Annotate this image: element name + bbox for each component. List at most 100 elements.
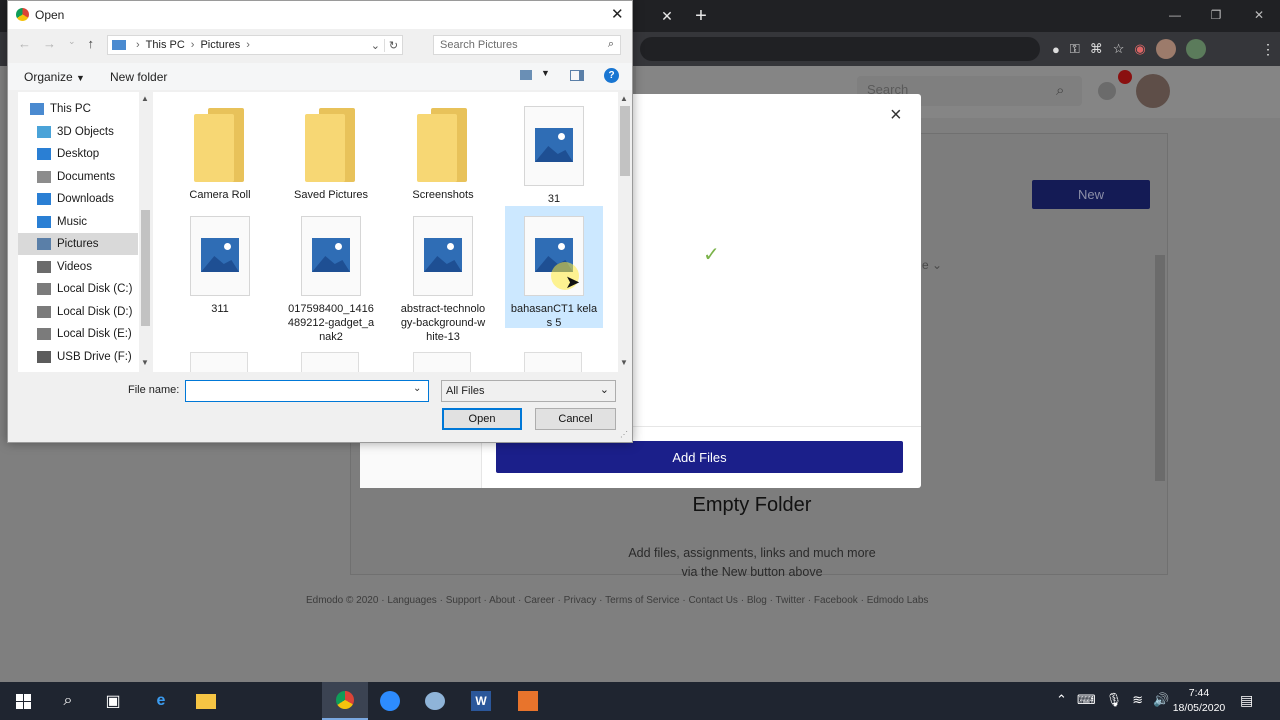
- chrome-taskbar-icon[interactable]: [322, 682, 368, 720]
- footer-link[interactable]: Facebook: [814, 595, 858, 606]
- dialog-close-button[interactable]: ✕: [611, 5, 624, 23]
- star-icon[interactable]: ☆: [1113, 41, 1125, 57]
- user-avatar[interactable]: [1136, 74, 1170, 108]
- breadcrumb-pictures[interactable]: Pictures: [200, 39, 240, 51]
- help-icon[interactable]: ?: [604, 68, 619, 83]
- minimize-window-button[interactable]: —: [1152, 0, 1198, 30]
- cancel-button[interactable]: Cancel: [535, 408, 616, 430]
- scrollbar-thumb[interactable]: [1155, 255, 1165, 481]
- view-dropdown-icon[interactable]: ▼: [541, 68, 550, 78]
- notification-bell-icon[interactable]: [1098, 82, 1116, 100]
- ime-icon[interactable]: ⌨: [1077, 692, 1096, 708]
- new-button[interactable]: New: [1032, 180, 1150, 209]
- scroll-down-icon[interactable]: ▼: [141, 358, 149, 367]
- footer-link[interactable]: Career: [524, 595, 555, 606]
- key-icon[interactable]: ⚿: [1070, 41, 1080, 57]
- back-arrow-icon[interactable]: ←: [18, 36, 31, 54]
- image-file-item[interactable]: 311: [171, 206, 269, 316]
- sort-dropdown-fragment[interactable]: e ⌄: [922, 258, 942, 272]
- record-icon[interactable]: ◉: [1134, 41, 1145, 57]
- nav-item-usb-drive-f[interactable]: USB Drive (F:): [18, 346, 138, 368]
- files-scrollbar-thumb[interactable]: [620, 106, 630, 176]
- partial-file-icon[interactable]: [413, 352, 471, 372]
- scroll-up-icon[interactable]: ▲: [141, 94, 149, 103]
- add-files-button[interactable]: Add Files: [496, 441, 903, 473]
- search-icon[interactable]: ⌕: [1056, 82, 1064, 99]
- preview-pane-icon[interactable]: [570, 70, 584, 81]
- word-icon[interactable]: W: [458, 682, 504, 720]
- view-options-icon[interactable]: [520, 70, 532, 80]
- up-arrow-icon[interactable]: ↑: [88, 36, 95, 54]
- nav-scrollbar[interactable]: ▲ ▼: [139, 92, 152, 372]
- nav-item-pictures[interactable]: Pictures: [18, 233, 138, 255]
- volume-icon[interactable]: 🔊: [1153, 692, 1169, 708]
- nav-item-videos[interactable]: Videos: [18, 256, 138, 278]
- nav-item-3d-objects[interactable]: 3D Objects: [18, 121, 138, 143]
- nav-item-local-disk-d[interactable]: Local Disk (D:): [18, 301, 138, 323]
- partial-file-icon[interactable]: [301, 352, 359, 372]
- partial-file-icon[interactable]: [190, 352, 248, 372]
- partial-file-icon[interactable]: [524, 352, 582, 372]
- folder-item[interactable]: Camera Roll: [171, 96, 269, 202]
- zoom-icon[interactable]: [367, 682, 413, 720]
- file-name-dropdown-icon[interactable]: ⌄: [413, 383, 421, 394]
- footer-link[interactable]: Edmodo Labs: [867, 595, 929, 606]
- open-button[interactable]: Open: [442, 408, 522, 430]
- image-file-item[interactable]: 31: [505, 96, 603, 206]
- footer-link[interactable]: Support: [446, 595, 481, 606]
- close-tab-icon[interactable]: ✕: [653, 2, 681, 30]
- folder-item[interactable]: Saved Pictures: [282, 96, 380, 202]
- profile-avatar[interactable]: [1155, 39, 1176, 59]
- nav-item-local-disk-c[interactable]: Local Disk (C:): [18, 278, 138, 300]
- search-icon[interactable]: ⌕: [45, 682, 91, 720]
- file-type-select[interactable]: All Files ⌄: [441, 380, 616, 402]
- nav-item-music[interactable]: Music: [18, 211, 138, 233]
- organize-button[interactable]: Organize ▼: [24, 70, 85, 84]
- nav-item-local-disk-e[interactable]: Local Disk (E:): [18, 323, 138, 345]
- nav-scrollbar-thumb[interactable]: [141, 210, 150, 326]
- close-window-button[interactable]: ✕: [1236, 0, 1280, 30]
- address-dropdown-icon[interactable]: ⌄: [371, 39, 380, 52]
- chevron-up-icon[interactable]: ⌃: [1056, 692, 1067, 708]
- nav-item-downloads[interactable]: Downloads: [18, 188, 138, 210]
- page-scrollbar[interactable]: [1153, 243, 1167, 573]
- recorder-icon[interactable]: [505, 682, 551, 720]
- footer-link[interactable]: Blog: [747, 595, 767, 606]
- clock[interactable]: 7:44 18/05/2020: [1168, 686, 1230, 716]
- footer-link[interactable]: Languages: [387, 595, 437, 606]
- task-view-icon[interactable]: ▣: [90, 682, 136, 720]
- edge-icon[interactable]: e: [138, 682, 184, 720]
- image-file-item[interactable]: 017598400_1416489212-gadget_anak2: [282, 206, 380, 344]
- nav-item-desktop[interactable]: Desktop: [18, 143, 138, 165]
- recent-dropdown-icon[interactable]: ⌄: [68, 36, 76, 54]
- folder-item[interactable]: Screenshots: [394, 96, 492, 202]
- file-name-input[interactable]: [185, 380, 429, 402]
- paint-icon[interactable]: [412, 682, 458, 720]
- nav-item-documents[interactable]: Documents: [18, 166, 138, 188]
- footer-link[interactable]: Terms of Service: [605, 595, 679, 606]
- resize-grip-icon[interactable]: ⋰: [620, 430, 628, 439]
- image-file-item[interactable]: abstract-technology-background-white-13: [394, 206, 492, 344]
- restore-window-button[interactable]: ❐: [1193, 0, 1239, 30]
- address-bar[interactable]: [640, 37, 1040, 61]
- footer-link[interactable]: About: [489, 595, 515, 606]
- footer-link[interactable]: Contact Us: [688, 595, 737, 606]
- file-explorer-icon[interactable]: [183, 682, 229, 720]
- browser-menu-icon[interactable]: ⋮: [1254, 35, 1280, 63]
- footer-link[interactable]: Privacy: [564, 595, 597, 606]
- translate-icon[interactable]: ⌘: [1090, 41, 1103, 57]
- new-folder-button[interactable]: New folder: [110, 70, 167, 84]
- windows-start-icon[interactable]: [0, 682, 46, 720]
- search-pictures-input[interactable]: Search Pictures ⌕: [433, 35, 621, 55]
- new-tab-button[interactable]: +: [687, 2, 715, 30]
- incognito-icon[interactable]: ●: [1052, 42, 1060, 57]
- action-center-icon[interactable]: ▤: [1240, 692, 1253, 709]
- extension-icon[interactable]: [1185, 39, 1206, 59]
- modal-close-button[interactable]: ×: [890, 104, 902, 127]
- scroll-up-icon[interactable]: ▲: [620, 94, 628, 103]
- breadcrumb-this-pc[interactable]: This PC: [146, 39, 185, 51]
- breadcrumb[interactable]: › This PC › Pictures › ⌄ ↻: [107, 35, 403, 55]
- files-scrollbar[interactable]: ▲ ▼: [618, 92, 632, 372]
- forward-arrow-icon[interactable]: →: [43, 36, 56, 54]
- refresh-icon[interactable]: ↻: [384, 38, 402, 52]
